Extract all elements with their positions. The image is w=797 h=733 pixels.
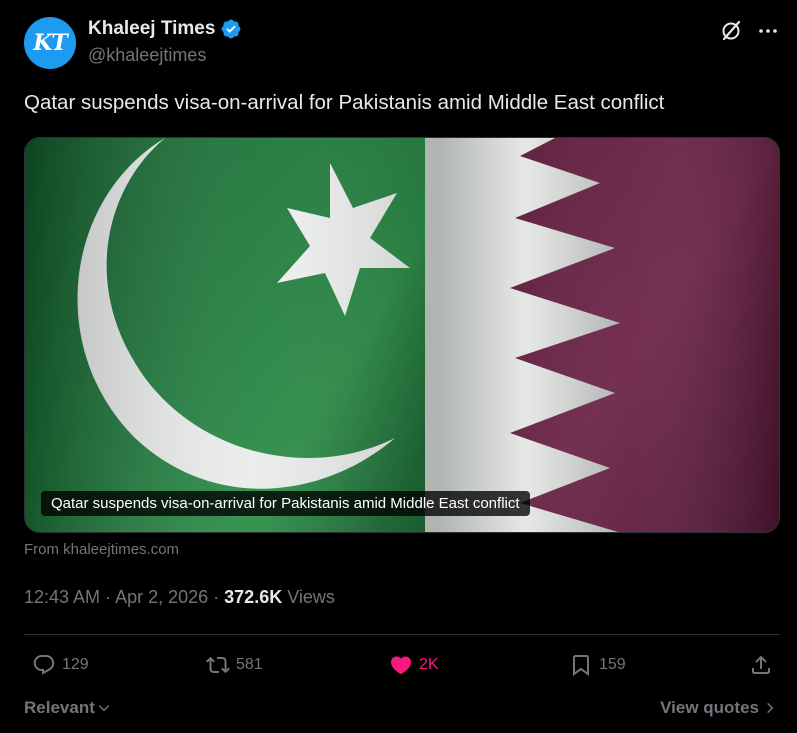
divider (24, 634, 780, 635)
card-source[interactable]: From khaleejtimes.com (24, 541, 179, 558)
author-handle[interactable]: @khaleejtimes (88, 45, 206, 66)
reply-button[interactable]: 129 (32, 653, 89, 677)
bookmark-button[interactable]: 159 (569, 653, 626, 677)
avatar[interactable]: KT (24, 17, 76, 69)
like-count: 2K (419, 656, 439, 673)
repost-icon (206, 656, 230, 674)
reply-icon (33, 655, 55, 675)
author-name-row[interactable]: Khaleej Times (88, 18, 242, 40)
chevron-right-icon (767, 702, 774, 714)
flag-image (25, 138, 779, 532)
verified-badge-icon (222, 19, 241, 39)
share-icon[interactable] (749, 653, 773, 677)
reply-count: 129 (62, 656, 89, 673)
views-count: 372.6K (224, 587, 283, 607)
bookmark-icon (573, 655, 589, 676)
chevron-down-icon (98, 705, 110, 712)
view-quotes-label: View quotes (660, 698, 759, 717)
like-button[interactable]: 2K (389, 653, 439, 677)
view-quotes-link[interactable]: View quotes (660, 698, 777, 718)
avatar-text: KT (33, 30, 67, 56)
heart-icon (390, 656, 412, 675)
tweet-time[interactable]: 12:43 AM (24, 587, 100, 607)
display-name[interactable]: Khaleej Times (88, 18, 215, 40)
meta-separator: · (208, 587, 225, 607)
meta-separator: · (100, 587, 116, 607)
views-label: Views (282, 587, 335, 607)
sort-replies-dropdown[interactable]: Relevant (24, 698, 111, 718)
tweet-text: Qatar suspends visa-on-arrival for Pakis… (24, 91, 665, 114)
grok-icon[interactable] (719, 19, 743, 43)
tweet-meta: 12:43 AM · Apr 2, 2026 · 372.6K Views (24, 587, 335, 608)
sort-label: Relevant (24, 698, 95, 717)
repost-count: 581 (236, 656, 263, 673)
card-caption: Qatar suspends visa-on-arrival for Pakis… (41, 491, 530, 516)
bookmark-count: 159 (599, 656, 626, 673)
link-card[interactable]: Qatar suspends visa-on-arrival for Pakis… (24, 137, 780, 533)
repost-button[interactable]: 581 (206, 653, 263, 677)
more-options-icon[interactable] (756, 19, 780, 43)
tweet-date[interactable]: Apr 2, 2026 (115, 587, 208, 607)
